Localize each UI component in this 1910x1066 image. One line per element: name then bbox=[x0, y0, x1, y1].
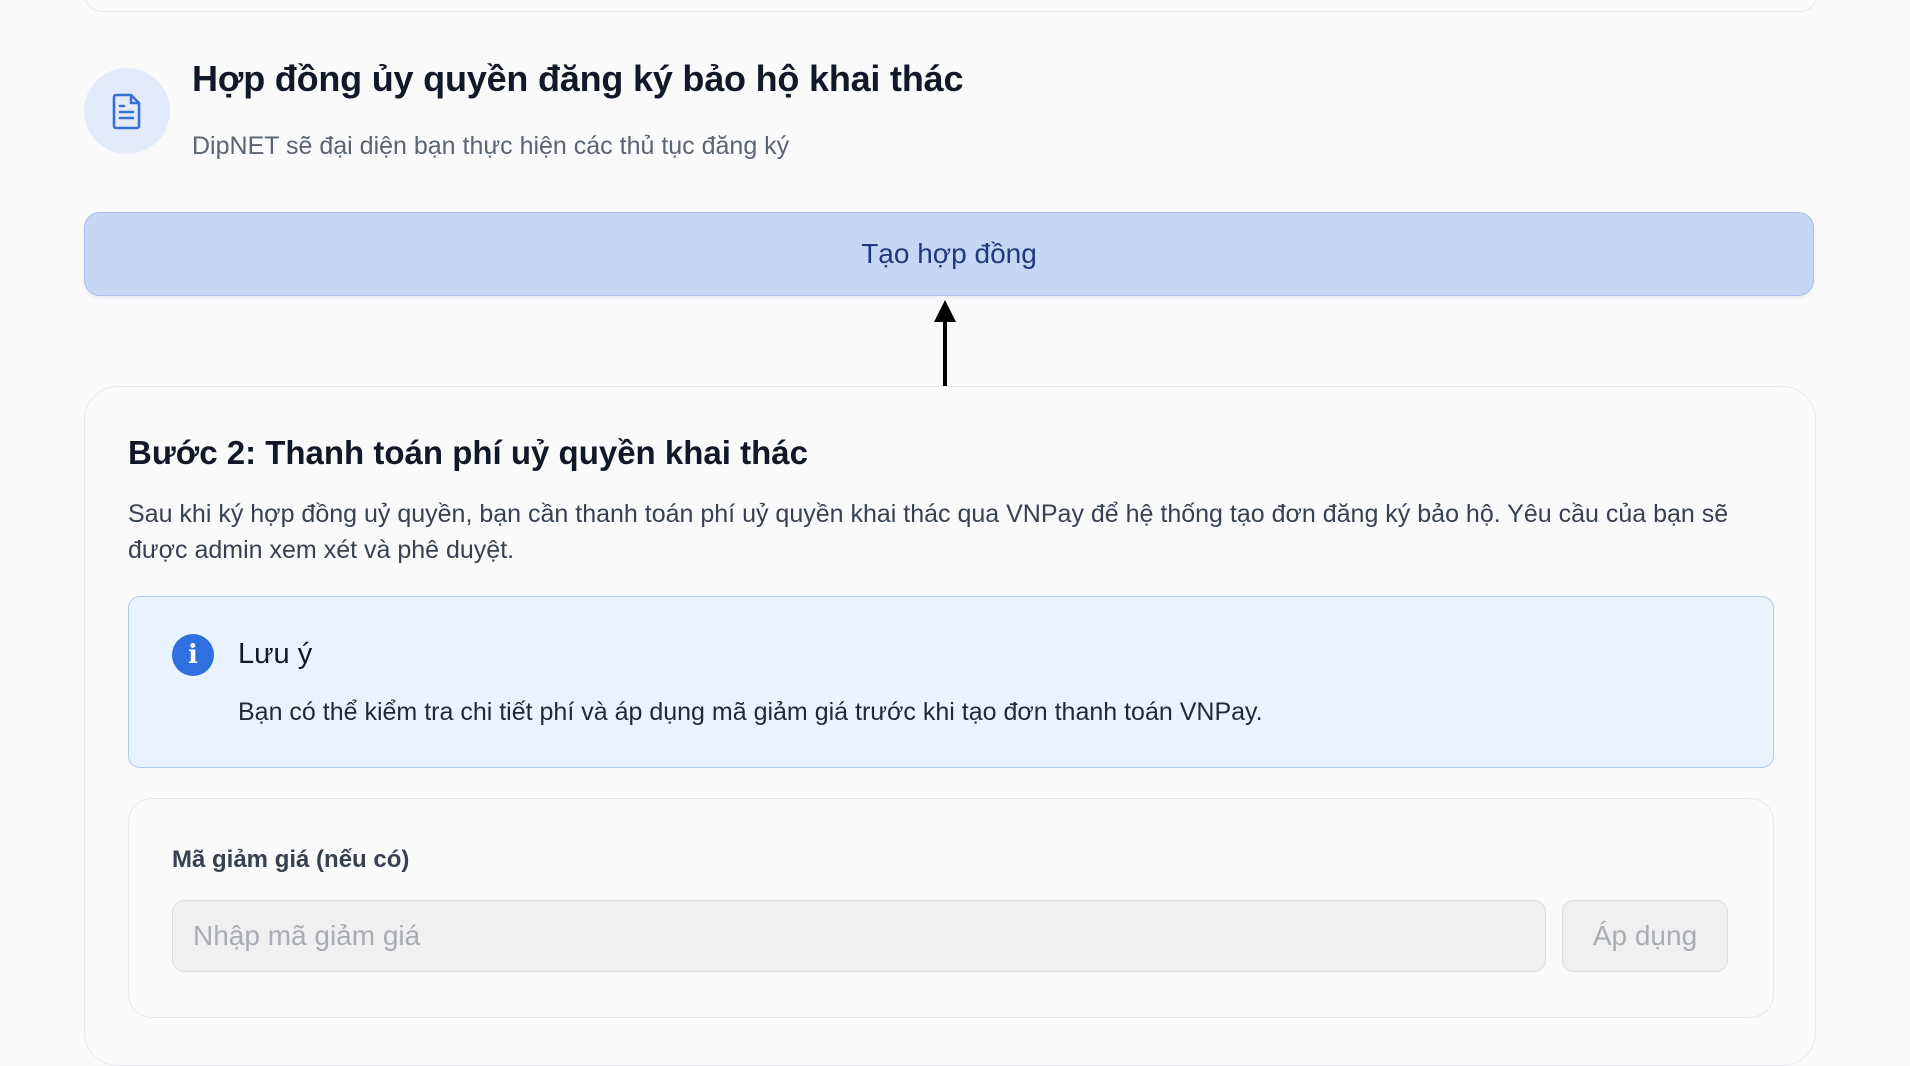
previous-card-edge bbox=[84, 0, 1818, 12]
note-text: Bạn có thể kiểm tra chi tiết phí và áp d… bbox=[238, 698, 1263, 726]
note-box bbox=[128, 596, 1774, 768]
discount-label: Mã giảm giá (nếu có) bbox=[172, 846, 410, 873]
document-icon bbox=[84, 68, 170, 154]
contract-title: Hợp đồng ủy quyền đăng ký bảo hộ khai th… bbox=[192, 58, 964, 99]
create-contract-button[interactable]: Tạo hợp đồng bbox=[84, 212, 1814, 296]
step2-title: Bước 2: Thanh toán phí uỷ quyền khai thá… bbox=[128, 434, 808, 471]
apply-discount-button[interactable]: Áp dụng bbox=[1562, 900, 1728, 972]
discount-code-input[interactable] bbox=[172, 900, 1546, 972]
contract-subtitle: DipNET sẽ đại diện bạn thực hiện các thủ… bbox=[192, 132, 790, 160]
note-title: Lưu ý bbox=[238, 638, 313, 670]
info-icon: i bbox=[172, 634, 214, 676]
step2-description: Sau khi ký hợp đồng uỷ quyền, bạn cần th… bbox=[128, 500, 1729, 564]
document-icon-svg bbox=[112, 93, 141, 130]
